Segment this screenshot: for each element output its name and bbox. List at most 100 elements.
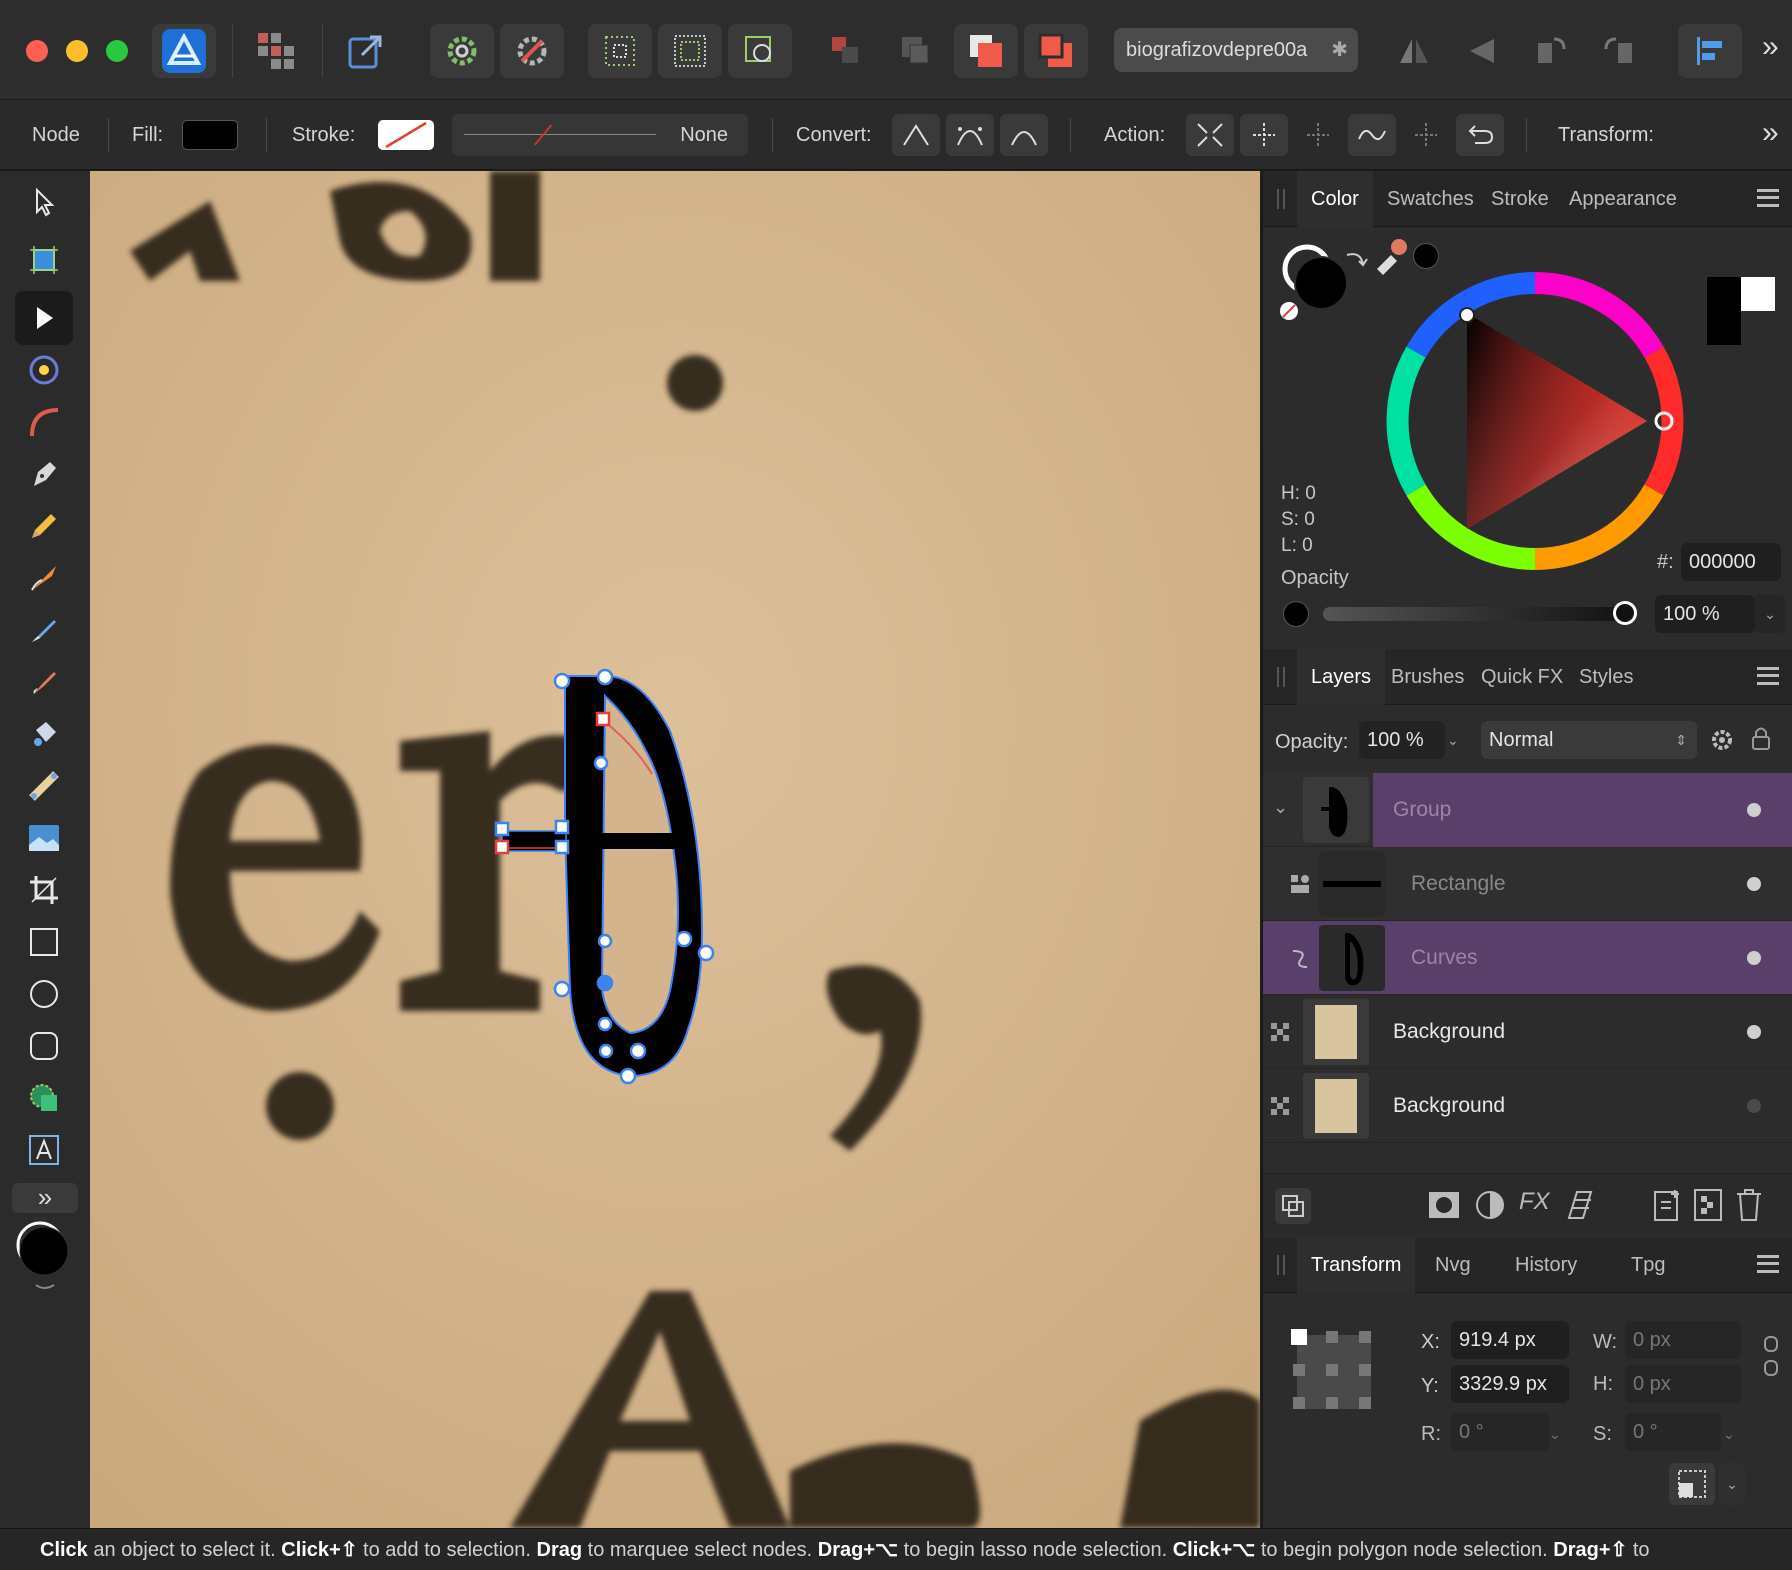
isolate-grid-button[interactable] xyxy=(588,24,652,78)
artboard-tool[interactable] xyxy=(15,233,73,287)
convert-sharp-button[interactable] xyxy=(892,114,940,156)
black-swatch-large[interactable] xyxy=(1707,277,1741,311)
rotate-left-button[interactable] xyxy=(1518,24,1582,78)
gradient-tool[interactable] xyxy=(15,759,73,813)
convert-smooth-button[interactable] xyxy=(946,114,994,156)
paint-bucket-tool[interactable] xyxy=(15,707,73,761)
tab-swatches[interactable]: Swatches xyxy=(1373,171,1488,227)
add-pixel-layer-icon[interactable] xyxy=(1693,1188,1723,1222)
flip-vertical-button[interactable] xyxy=(1450,24,1514,78)
opacity-input[interactable]: 100 % xyxy=(1655,595,1755,633)
y-position-input[interactable]: 3329.9 px xyxy=(1451,1365,1569,1403)
pixel-persona-button[interactable] xyxy=(244,24,308,78)
snapping-toggle-button[interactable] xyxy=(500,24,564,78)
visibility-toggle[interactable] xyxy=(1747,803,1761,817)
rectangle-tool[interactable] xyxy=(15,915,73,969)
lock-aspect-icon[interactable] xyxy=(1763,1335,1779,1379)
join-curves-button[interactable] xyxy=(1348,114,1396,156)
pixel-grid-button[interactable] xyxy=(658,24,722,78)
transform-options-dropdown-icon[interactable]: ⌄ xyxy=(1719,1463,1745,1505)
vector-brush-tool[interactable] xyxy=(15,551,73,605)
fill-well-icon[interactable] xyxy=(1294,256,1348,310)
shear-input[interactable]: 0 ° xyxy=(1625,1413,1721,1451)
layer-row-curves[interactable]: Curves xyxy=(1263,921,1792,995)
rotate-right-button[interactable] xyxy=(1588,24,1652,78)
place-image-tool[interactable] xyxy=(15,811,73,865)
ellipse-tool[interactable] xyxy=(15,967,73,1021)
panel-grip-icon[interactable] xyxy=(1277,1255,1285,1275)
mask-icon[interactable] xyxy=(1427,1188,1461,1222)
stroke-width-slider[interactable]: None xyxy=(452,114,748,156)
rotation-dropdown-icon[interactable]: ⌄ xyxy=(1549,1415,1569,1453)
trash-icon[interactable] xyxy=(1735,1188,1763,1222)
visibility-toggle[interactable] xyxy=(1747,1099,1761,1113)
tab-appearance[interactable]: Appearance xyxy=(1555,171,1691,227)
document-tab[interactable]: biografizovdepre00a ✱ xyxy=(1114,28,1358,72)
layers-panel-menu-icon[interactable] xyxy=(1757,667,1779,685)
expand-chevron-icon[interactable]: ⌄ xyxy=(1273,797,1288,818)
visibility-toggle[interactable] xyxy=(1747,1025,1761,1039)
rounded-rectangle-tool[interactable] xyxy=(15,1019,73,1073)
convert-smart-button[interactable] xyxy=(1000,114,1048,156)
more-toolbar-icon[interactable]: » xyxy=(1762,30,1779,64)
reverse-curve-button[interactable] xyxy=(1402,114,1450,156)
layer-settings-gear-icon[interactable] xyxy=(1709,727,1735,753)
add-layer-icon[interactable] xyxy=(1653,1188,1683,1222)
panel-grip-icon[interactable] xyxy=(1277,667,1285,687)
layer-row-background[interactable]: Background xyxy=(1263,1069,1792,1143)
text-tool[interactable] xyxy=(15,1123,73,1177)
align-button[interactable] xyxy=(1678,24,1742,78)
expand-tools-button[interactable]: » xyxy=(12,1183,78,1213)
arrange-icon[interactable] xyxy=(1273,1186,1313,1226)
saturation-handle[interactable] xyxy=(1459,307,1475,323)
close-window-button[interactable] xyxy=(26,40,48,62)
tab-styles[interactable]: Styles xyxy=(1565,649,1647,705)
tab-color[interactable]: Color xyxy=(1297,171,1373,227)
document-canvas[interactable] xyxy=(90,171,1260,1528)
layer-row-group[interactable]: ⌄ Group xyxy=(1263,773,1792,847)
width-input[interactable]: 0 px xyxy=(1625,1321,1741,1359)
opacity-slider[interactable] xyxy=(1323,601,1637,625)
close-curve-button[interactable] xyxy=(1240,114,1288,156)
transform-options-button[interactable] xyxy=(1669,1463,1715,1505)
swap-colors-icon[interactable] xyxy=(1346,253,1368,267)
visibility-toggle[interactable] xyxy=(1747,951,1761,965)
transform-origin-button[interactable] xyxy=(728,24,792,78)
pen-tool[interactable] xyxy=(15,447,73,501)
crop-tool[interactable] xyxy=(15,863,73,917)
tab-tpg[interactable]: Tpg xyxy=(1617,1237,1679,1293)
opacity-slider-thumb[interactable] xyxy=(1613,601,1637,625)
x-position-input[interactable]: 919.4 px xyxy=(1451,1321,1569,1359)
height-input[interactable]: 0 px xyxy=(1625,1365,1741,1403)
fill-swatch[interactable] xyxy=(182,120,238,150)
opacity-dropdown-icon[interactable]: ⌄ xyxy=(1755,595,1785,633)
visibility-toggle[interactable] xyxy=(1747,877,1761,891)
picked-color-swatch[interactable] xyxy=(1413,243,1439,269)
tab-brushes[interactable]: Brushes xyxy=(1377,649,1478,705)
transform-panel-menu-icon[interactable] xyxy=(1757,1255,1779,1273)
send-to-back-button[interactable] xyxy=(1024,24,1088,78)
hex-input[interactable]: 000000 xyxy=(1681,543,1781,581)
live-filter-icon[interactable] xyxy=(1563,1188,1597,1222)
snapping-settings-button[interactable] xyxy=(430,24,494,78)
point-transform-tool[interactable] xyxy=(15,343,73,397)
move-forward-button[interactable] xyxy=(884,24,948,78)
eyedropper-icon[interactable] xyxy=(1371,235,1411,275)
layer-opacity-input[interactable]: 100 % xyxy=(1359,721,1445,759)
color-well[interactable] xyxy=(14,1221,76,1289)
node-tool[interactable] xyxy=(15,291,73,345)
layer-opacity-dropdown-icon[interactable]: ⌄ xyxy=(1447,721,1471,759)
tab-stroke[interactable]: Stroke xyxy=(1477,171,1563,227)
designer-persona-button[interactable] xyxy=(152,24,216,78)
shape-builder-tool[interactable] xyxy=(15,1071,73,1125)
break-curve-button[interactable] xyxy=(1186,114,1234,156)
black-swatch-small[interactable] xyxy=(1707,311,1741,345)
layer-row-background[interactable]: Background xyxy=(1263,995,1792,1069)
tab-navigator[interactable]: Nvg xyxy=(1421,1237,1485,1293)
corner-tool[interactable] xyxy=(15,395,73,449)
smooth-curve-button[interactable] xyxy=(1294,114,1342,156)
layer-row-rectangle[interactable]: Rectangle xyxy=(1263,847,1792,921)
flip-horizontal-button[interactable] xyxy=(1382,24,1446,78)
bring-to-front-button[interactable] xyxy=(954,24,1018,78)
stroke-swatch[interactable] xyxy=(378,120,434,150)
